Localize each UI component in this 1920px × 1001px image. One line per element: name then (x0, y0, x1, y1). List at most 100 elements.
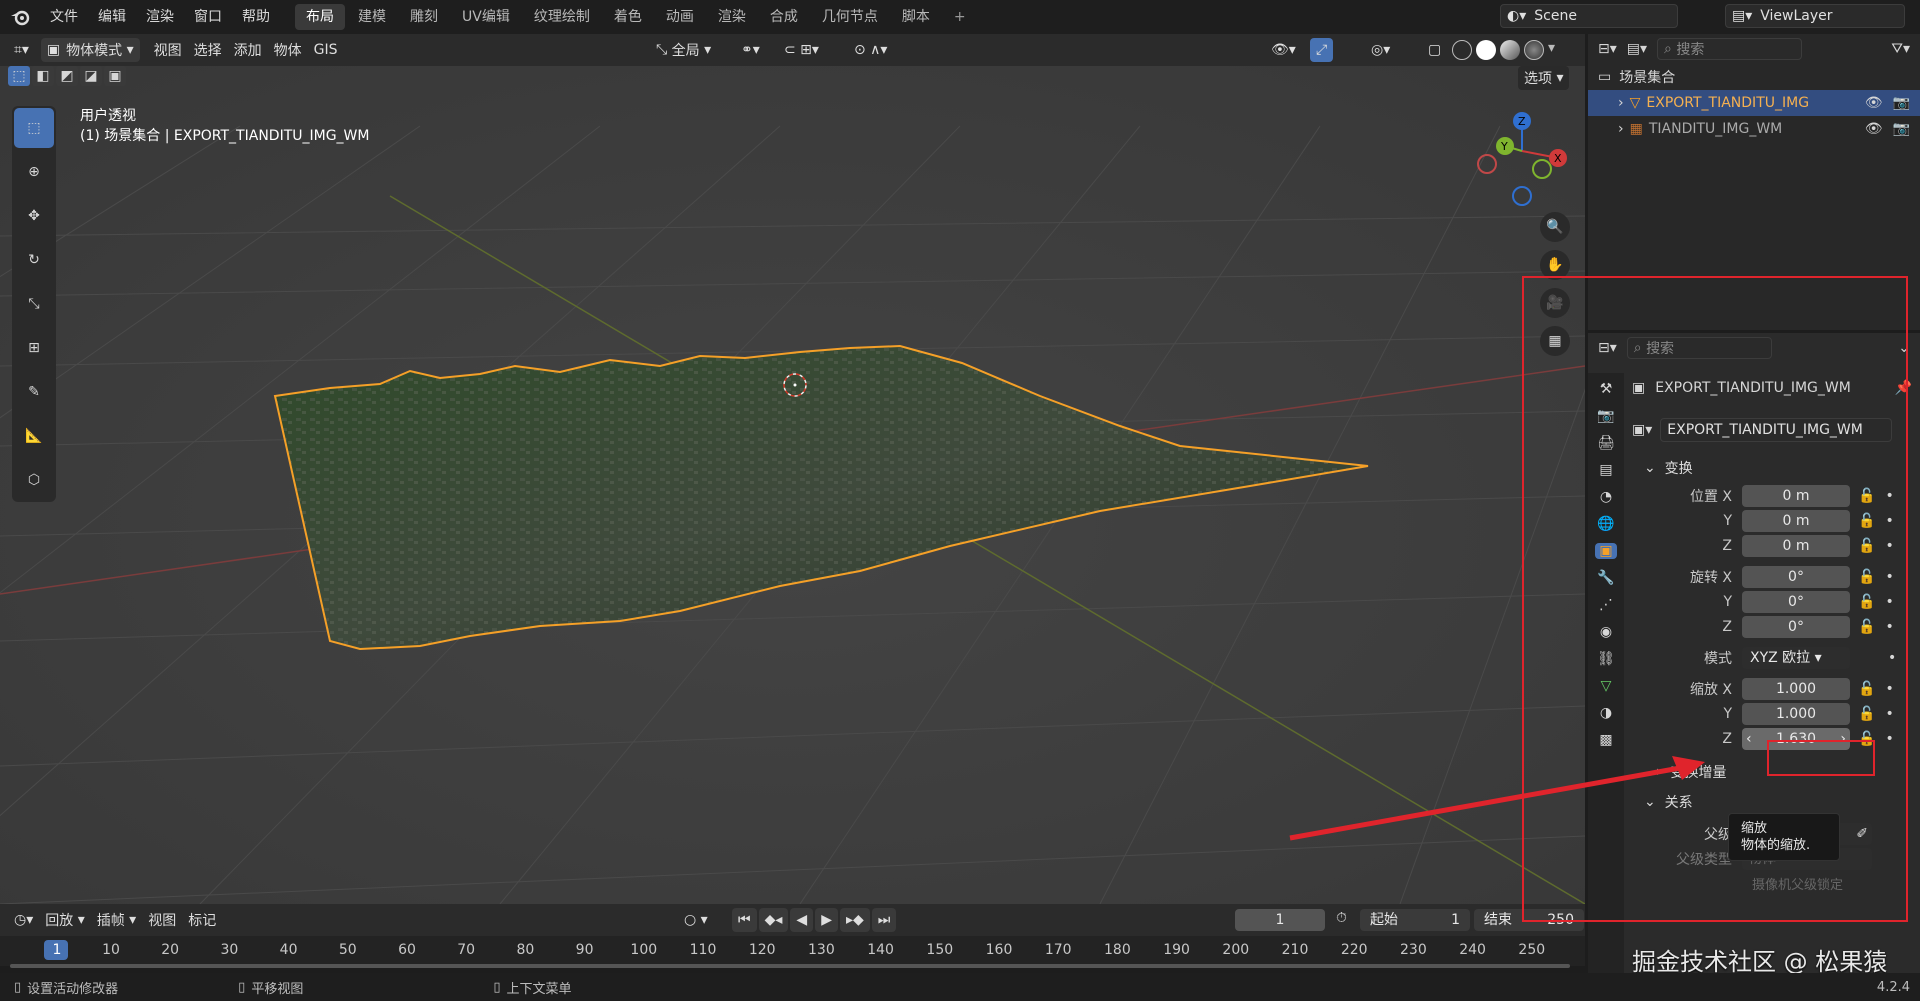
menu-window[interactable]: 窗口 (184, 0, 232, 34)
scene-selector[interactable]: ◐▾ Scene (1500, 4, 1678, 28)
select-intersect-icon[interactable]: ▣ (104, 66, 126, 86)
shading-modes: ▾ (1452, 40, 1555, 60)
outliner-search-input[interactable]: ⌕ 搜索 (1657, 38, 1803, 60)
play-reverse-icon[interactable]: ◀ (790, 908, 814, 932)
playback-controls: ⏮ ◆◂ ◀ ▶ ▸◆ ⏭ (732, 908, 897, 932)
proportional-edit-icon[interactable]: ⊙ ∧▾ (848, 38, 893, 62)
status-left-hint: 设置活动修改器 (27, 981, 119, 997)
expand-arrow-icon[interactable]: › (1618, 95, 1624, 111)
select-box-icon[interactable]: ⬚ (14, 108, 54, 148)
outliner-item-tianditu[interactable]: › ▦ TIANDITU_IMG_WM 👁 📷 (1588, 116, 1920, 142)
timeline-editor-icon[interactable]: ◷▾ (8, 908, 39, 932)
add-workspace-icon[interactable]: + (943, 4, 977, 30)
select-extend-icon[interactable]: ◧ (32, 66, 54, 86)
mode-dropdown[interactable]: ▣ 物体模式 ▾ (40, 38, 140, 62)
xray-icon[interactable]: ▢ (1422, 38, 1447, 62)
tab-layout[interactable]: 布局 (295, 4, 345, 30)
pivot-icon[interactable]: ⚭▾ (735, 38, 766, 62)
transform-orientation-dropdown[interactable]: ⤡ 全局 ▾ (650, 38, 717, 62)
wireframe-shading-icon[interactable] (1452, 40, 1472, 60)
snap-icon[interactable]: ⊂ ⊞▾ (778, 38, 825, 62)
options-dropdown[interactable]: 选项 ▾ (1518, 66, 1570, 90)
menu-render[interactable]: 渲染 (136, 0, 184, 34)
auto-key-icon[interactable]: ○ ▾ (678, 908, 714, 932)
tab-sculpt[interactable]: 雕刻 (399, 4, 449, 30)
move-tool-icon[interactable]: ✥ (14, 196, 54, 236)
tab-animation[interactable]: 动画 (655, 4, 705, 30)
select-invert-icon[interactable]: ◪ (80, 66, 102, 86)
image-icon: ▦ (1629, 121, 1643, 137)
tab-uv[interactable]: UV编辑 (451, 4, 521, 30)
prev-keyframe-icon[interactable]: ◆◂ (758, 908, 789, 932)
ruler-frame-label: 200 (1222, 942, 1250, 958)
playback-label: 回放 (45, 913, 74, 929)
menu-view[interactable]: 视图 (148, 38, 188, 62)
tab-geometry-nodes[interactable]: 几何节点 (811, 4, 889, 30)
solid-shading-icon[interactable] (1476, 40, 1496, 60)
menu-help[interactable]: 帮助 (232, 0, 280, 34)
next-keyframe-icon[interactable]: ▸◆ (839, 908, 870, 932)
outliner-item-label: TIANDITU_IMG_WM (1648, 121, 1783, 137)
tab-rendering[interactable]: 渲染 (707, 4, 757, 30)
collection-row[interactable]: ▭ 场景集合 (1588, 64, 1920, 90)
start-label: 起始 (1370, 912, 1398, 928)
jump-end-icon[interactable]: ⏭ (871, 908, 897, 932)
display-mode-icon[interactable]: ▤▾ (1627, 41, 1647, 57)
menu-edit[interactable]: 编辑 (88, 0, 136, 34)
menu-gis[interactable]: GIS (308, 38, 344, 62)
material-shading-icon[interactable] (1500, 40, 1520, 60)
gizmo-toggle-icon[interactable]: ⤢ (1310, 38, 1334, 62)
filter-icon[interactable]: ⛛▾ (1891, 41, 1910, 57)
camera-render-icon[interactable]: 📷 (1893, 95, 1910, 111)
select-subtract-icon[interactable]: ◩ (56, 66, 78, 86)
tab-compositing[interactable]: 合成 (759, 4, 809, 30)
expand-arrow-icon[interactable]: › (1618, 121, 1624, 137)
search-icon: ⌕ (1664, 41, 1677, 57)
zoom-icon[interactable]: 🔍 (1540, 212, 1570, 242)
start-frame-field[interactable]: 起始 1 (1360, 909, 1470, 931)
options-label: 选项 (1524, 71, 1552, 87)
camera-render-icon[interactable]: 📷 (1893, 121, 1910, 137)
keying-menu[interactable]: 插帧 ▾ (91, 908, 142, 932)
timeline-scrollbar[interactable] (10, 964, 1570, 968)
rotate-tool-icon[interactable]: ↻ (14, 240, 54, 280)
jump-start-icon[interactable]: ⏮ (732, 908, 757, 932)
view-layer-selector[interactable]: ▤▾ ViewLayer (1725, 4, 1905, 28)
add-cube-tool-icon[interactable]: ⬡ (14, 460, 54, 500)
eye-icon[interactable]: 👁 (1865, 95, 1883, 111)
annotate-tool-icon[interactable]: ✎ (14, 372, 54, 412)
menu-select[interactable]: 选择 (188, 38, 228, 62)
visibility-icon[interactable]: 👁▾ (1265, 38, 1302, 62)
outliner-editor-icon[interactable]: ⊟▾ (1598, 41, 1617, 57)
overlay-toggle-icon[interactable]: ◎▾ (1365, 38, 1396, 62)
current-frame-field[interactable]: 1 (1235, 909, 1325, 931)
view-name: 用户透视 (80, 108, 136, 124)
tab-shading[interactable]: 着色 (603, 4, 653, 30)
collection-label: 场景集合 (1619, 70, 1676, 86)
transform-tool-icon[interactable]: ⊞ (14, 328, 54, 368)
outliner-item-export[interactable]: › ▽ EXPORT_TIANDITU_IMG 👁 📷 (1588, 90, 1920, 116)
blender-logo-icon[interactable] (0, 0, 40, 34)
cursor-tool-icon[interactable]: ⊕ (14, 152, 54, 192)
select-new-icon[interactable]: ⬚ (8, 66, 30, 86)
eye-icon[interactable]: 👁 (1865, 121, 1883, 137)
tab-modeling[interactable]: 建模 (347, 4, 397, 30)
stopwatch-icon[interactable]: ⏱ (1336, 910, 1347, 926)
editor-type-icon[interactable]: ⌗▾ (8, 38, 35, 62)
menu-object[interactable]: 物体 (268, 38, 308, 62)
play-icon[interactable]: ▶ (815, 908, 838, 932)
tab-scripting[interactable]: 脚本 (891, 4, 941, 30)
shading-dropdown-icon[interactable]: ▾ (1548, 40, 1555, 60)
menu-file[interactable]: 文件 (40, 0, 88, 34)
timeline-view-menu[interactable]: 视图 (142, 908, 182, 932)
measure-tool-icon[interactable]: 📐 (14, 416, 54, 456)
marker-menu[interactable]: 标记 (182, 908, 222, 932)
menu-add[interactable]: 添加 (228, 38, 268, 62)
ruler-frame-label: 220 (1340, 942, 1368, 958)
tab-texture-paint[interactable]: 纹理绘制 (523, 4, 601, 30)
rendered-shading-icon[interactable] (1524, 40, 1544, 60)
viewport-info: 用户透视 (1) 场景集合 | EXPORT_TIANDITU_IMG_WM (80, 106, 369, 146)
timeline-ruler[interactable]: 1 10 20 30 40 50 60 70 80 90 100 110 120 130 140 150 160… (0, 936, 1585, 968)
playback-menu[interactable]: 回放 ▾ (39, 908, 90, 932)
scale-tool-icon[interactable]: ⤡ (14, 284, 54, 324)
